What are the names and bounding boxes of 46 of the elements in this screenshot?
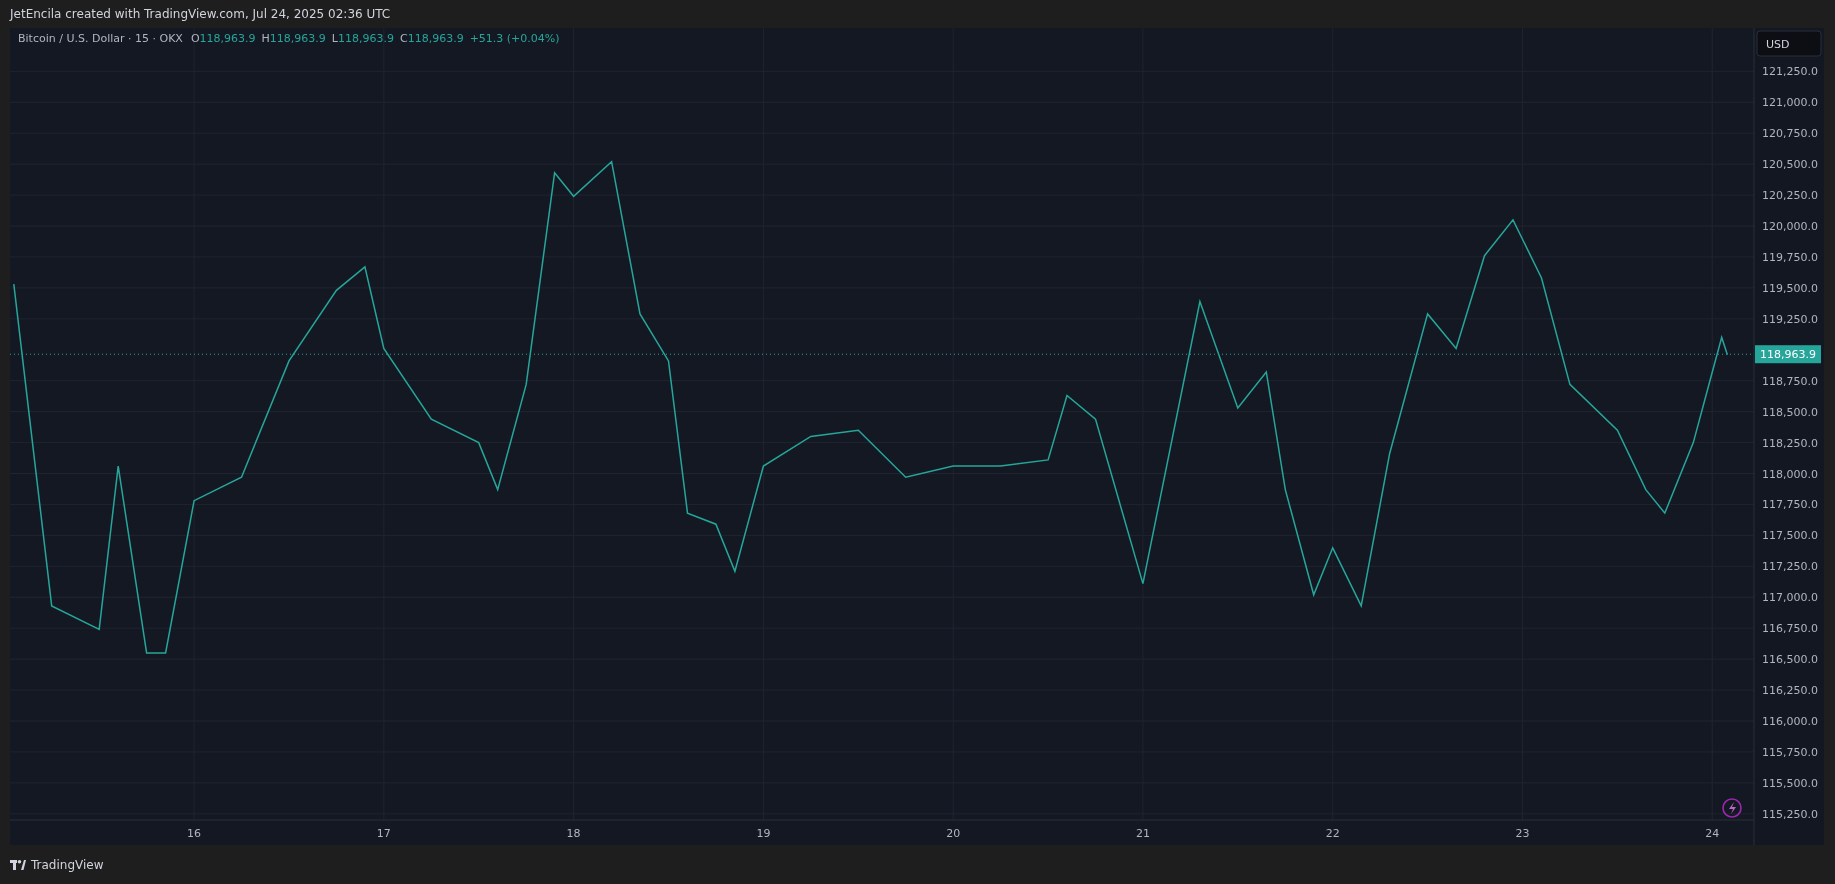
time-axis-label: 24 [1705,827,1720,840]
ohlc-value: C118,963.9 [399,32,464,45]
ohlc-value: O118,963.9 [190,32,256,45]
price-axis-label: 117,500.0 [1762,529,1818,543]
time-axis-label: 21 [1135,827,1150,840]
logo-icon [10,859,26,870]
logo-text: TradingView [31,857,104,872]
price-axis-label: 120,000.0 [1762,220,1818,233]
ohlc-value: H118,963.9 [261,32,326,45]
price-axis-label: 119,250.0 [1762,312,1818,326]
currency-button[interactable]: USD [1756,30,1822,57]
time-axis-label: 22 [1325,827,1340,840]
price-axis-label: 117,250.0 [1762,560,1818,574]
price-axis-label: 119,750.0 [1762,250,1818,264]
attribution-text: JetEncila created with TradingView.com, Jul 24, 2025 02:36 UTC [10,7,391,21]
price-axis-label: 119,500.0 [1762,281,1818,295]
time-axis-label: 17 [376,827,391,840]
last-price-tag: 118,963.9 [1755,345,1821,364]
time-axis-label: 16 [187,827,202,840]
price-axis-label: 118,500.0 [1762,405,1818,419]
price-axis-label: 120,500.0 [1762,158,1818,172]
time-axis-label: 18 [566,827,581,840]
price-axis-label: 116,500.0 [1762,653,1818,667]
price-axis-label: 117,750.0 [1762,498,1818,512]
price-axis-label: 116,750.0 [1762,622,1818,636]
price-axis-label: 118,000.0 [1762,467,1818,481]
time-axis-label: 19 [756,827,771,840]
price-axis-label: 117,000.0 [1762,591,1818,605]
lightning-icon[interactable] [1722,798,1742,818]
price-axis-label: 120,250.0 [1762,189,1818,203]
price-axis-label: 121,000.0 [1762,96,1818,110]
price-axis-label: 120,750.0 [1762,127,1818,141]
price-axis-label: 116,000.0 [1762,715,1818,728]
symbol-title: Bitcoin / U.S. Dollar · 15 · OKX [18,32,183,45]
price-axis-label: 115,500.0 [1762,776,1818,790]
price-axis-label: 121,250.0 [1762,65,1818,79]
price-axis-label: 115,250.0 [1762,807,1818,821]
price-change: +51.3 (+0.04%) [469,32,560,45]
ref-line-label: 118,963.9 [1760,348,1816,362]
price-axis-label: 116,250.0 [1762,684,1818,698]
price-axis-label: 115,750.0 [1762,745,1818,759]
time-axis-label: 23 [1515,827,1530,840]
ohlc-value: L118,963.9 [331,32,394,45]
price-axis-label: 118,750.0 [1762,374,1818,388]
time-axis-label: 20 [946,827,961,840]
price-axis-label: 118,250.0 [1762,436,1818,450]
